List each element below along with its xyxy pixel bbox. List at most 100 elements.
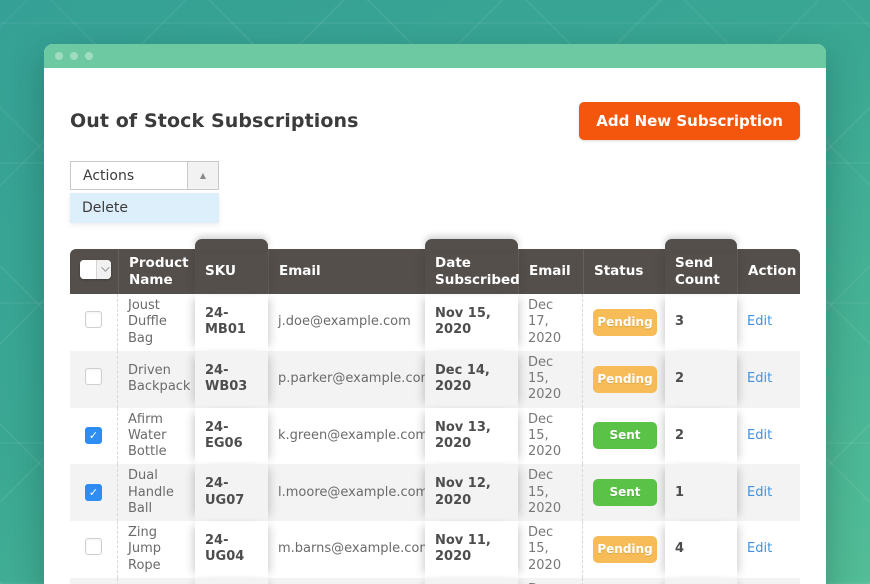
menu-item-delete[interactable]: Delete <box>70 193 219 223</box>
email-cell: p.parker@example.com <box>268 351 425 408</box>
checkbox-cell <box>70 351 118 408</box>
select-all-checkbox[interactable] <box>80 260 96 279</box>
column-header-status[interactable]: Status <box>583 249 665 294</box>
column-header-product-name[interactable]: Product Name <box>118 249 195 294</box>
email-cell: j.doe@example.com <box>268 294 425 351</box>
date-subscribed-cell: Dec 14, 2020 <box>425 351 518 408</box>
edit-link[interactable]: Edit <box>747 485 772 500</box>
table-row: Joust Duffle Bag 24-MB01 j.doe@example.c… <box>70 294 800 351</box>
actions-dropdown: Actions ▲ Delete <box>70 161 219 223</box>
send-count-cell: 2 <box>665 578 737 584</box>
column-header-date-subscribed[interactable]: Date Subscribed <box>425 249 518 294</box>
column-header-action[interactable]: Action <box>737 249 800 294</box>
window-titlebar <box>44 44 826 68</box>
send-count-cell: 2 <box>665 351 737 408</box>
actions-menu: Delete <box>70 193 219 223</box>
product-name-cell: Driven Backpack <box>118 351 195 408</box>
actions-select[interactable]: Actions ▲ <box>70 161 219 190</box>
send-count-cell: 1 <box>665 464 737 521</box>
email-cell: l.moore@example.com <box>268 464 425 521</box>
edit-link[interactable]: Edit <box>747 371 772 386</box>
table-header-row: Product Name SKU Email Date Subscribed E… <box>70 249 800 294</box>
email-2-cell: Dec 15, 2020 <box>518 351 583 408</box>
window-dot[interactable] <box>85 52 93 60</box>
table-body: Joust Duffle Bag 24-MB01 j.doe@example.c… <box>70 294 800 584</box>
date-subscribed-cell: Nov 12, 2020 <box>425 464 518 521</box>
caret-up-icon[interactable]: ▲ <box>187 162 218 189</box>
checkbox-cell: ✓ <box>70 464 118 521</box>
product-name-cell: Afirm Water Bottle <box>118 408 195 465</box>
page-content: Out of Stock Subscriptions Add New Subsc… <box>44 68 826 584</box>
subscriptions-table: Product Name SKU Email Date Subscribed E… <box>70 249 800 584</box>
product-name-cell: Overnight Duffle <box>118 578 195 584</box>
send-count-cell: 2 <box>665 408 737 465</box>
status-cell: Sent <box>583 464 665 521</box>
email-2-cell: Dec 15, 2020 <box>518 464 583 521</box>
browser-window: Out of Stock Subscriptions Add New Subsc… <box>44 44 826 584</box>
checkbox-cell <box>70 294 118 351</box>
send-count-cell: 3 <box>665 294 737 351</box>
email-2-cell: Dec 15, 2020 <box>518 521 583 578</box>
window-dot[interactable] <box>55 52 63 60</box>
checkbox-cell: ✓ <box>70 408 118 465</box>
table-row: ✓ Overnight Duffle 24-WB07 c.woods@examp… <box>70 578 800 584</box>
table-row: ✓ Dual Handle Ball 24-UG07 l.moore@examp… <box>70 464 800 521</box>
status-cell: Sent <box>583 408 665 465</box>
column-header-email-2[interactable]: Email <box>518 249 583 294</box>
checkbox-cell <box>70 521 118 578</box>
product-name-cell: Zing Jump Rope <box>118 521 195 578</box>
checkbox-cell: ✓ <box>70 578 118 584</box>
chevron-down-icon[interactable] <box>96 260 111 279</box>
edit-link[interactable]: Edit <box>747 541 772 556</box>
date-subscribed-cell: Nov 13, 2020 <box>425 408 518 465</box>
row-checkbox[interactable] <box>85 368 102 385</box>
sku-cell: 24-UG07 <box>195 464 268 521</box>
email-cell: k.green@example.com <box>268 408 425 465</box>
email-cell: m.barns@example.com <box>268 521 425 578</box>
product-name-cell: Joust Duffle Bag <box>118 294 195 351</box>
row-checkbox[interactable] <box>85 538 102 555</box>
actions-select-label: Actions <box>71 162 187 189</box>
action-cell: Edit <box>737 351 800 408</box>
column-header-email[interactable]: Email <box>268 249 425 294</box>
email-2-cell: Dec 15, 2020 <box>518 578 583 584</box>
status-badge: Sent <box>593 422 657 449</box>
email-2-cell: Dec 17, 2020 <box>518 294 583 351</box>
status-badge: Pending <box>593 309 657 336</box>
date-subscribed-cell: Oct 10, 2020 <box>425 578 518 584</box>
date-subscribed-cell: Nov 15, 2020 <box>425 294 518 351</box>
action-cell: Edit <box>737 578 800 584</box>
sku-cell: 24-UG04 <box>195 521 268 578</box>
edit-link[interactable]: Edit <box>747 428 772 443</box>
window-dot[interactable] <box>70 52 78 60</box>
email-2-cell: Dec 15, 2020 <box>518 408 583 465</box>
sku-cell: 24-MB01 <box>195 294 268 351</box>
status-badge: Pending <box>593 366 657 393</box>
status-cell: Pending <box>583 521 665 578</box>
edit-link[interactable]: Edit <box>747 314 772 329</box>
email-cell: c.woods@example.com <box>268 578 425 584</box>
row-checkbox[interactable]: ✓ <box>85 484 102 501</box>
status-badge: Sent <box>593 479 657 506</box>
add-new-subscription-button[interactable]: Add New Subscription <box>579 102 800 140</box>
product-name-cell: Dual Handle Ball <box>118 464 195 521</box>
select-all-control[interactable] <box>80 260 111 279</box>
action-cell: Edit <box>737 464 800 521</box>
table-row: ✓ Afirm Water Bottle 24-EG06 k.green@exa… <box>70 408 800 465</box>
row-checkbox[interactable]: ✓ <box>85 427 102 444</box>
page-title: Out of Stock Subscriptions <box>70 110 359 132</box>
column-header-select <box>70 249 118 294</box>
page-header: Out of Stock Subscriptions Add New Subsc… <box>70 102 800 140</box>
table-row: Zing Jump Rope 24-UG04 m.barns@example.c… <box>70 521 800 578</box>
status-cell: Sent <box>583 578 665 584</box>
date-subscribed-cell: Nov 11, 2020 <box>425 521 518 578</box>
status-badge: Pending <box>593 536 657 563</box>
sku-cell: 24-EG06 <box>195 408 268 465</box>
column-header-send-count[interactable]: Send Count <box>665 249 737 294</box>
send-count-cell: 4 <box>665 521 737 578</box>
row-checkbox[interactable] <box>85 311 102 328</box>
action-cell: Edit <box>737 294 800 351</box>
action-cell: Edit <box>737 521 800 578</box>
action-cell: Edit <box>737 408 800 465</box>
column-header-sku[interactable]: SKU <box>195 249 268 294</box>
